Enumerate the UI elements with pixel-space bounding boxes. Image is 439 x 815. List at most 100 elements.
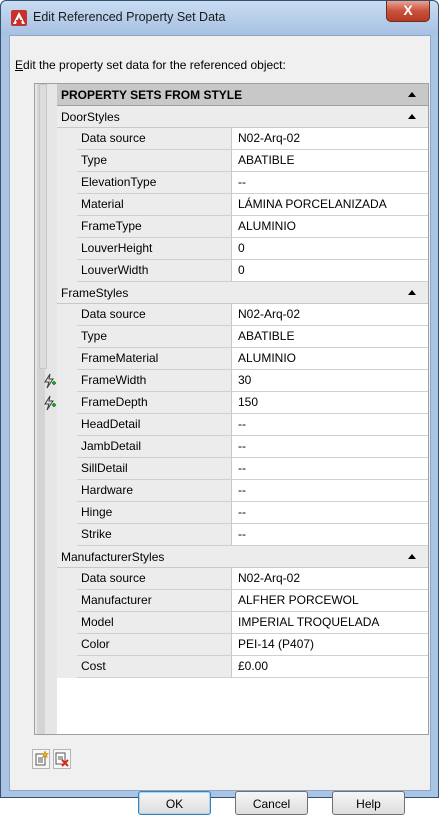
instruction-mnemonic: E (15, 58, 24, 72)
property-value[interactable]: 0 (232, 238, 428, 259)
property-name: HeadDetail (77, 414, 232, 435)
row-indent (57, 480, 77, 502)
property-row[interactable]: SillDetail -- (57, 458, 428, 480)
property-value[interactable]: ABATIBLE (232, 150, 428, 171)
property-value[interactable]: IMPERIAL TROQUELADA (232, 612, 428, 633)
property-row[interactable]: HeadDetail -- (57, 414, 428, 436)
row-indent (57, 524, 77, 546)
window-title: Edit Referenced Property Set Data (33, 10, 226, 24)
collapse-caret-icon[interactable] (408, 92, 416, 97)
row-indent (57, 260, 77, 282)
property-name: Cost (77, 656, 232, 677)
property-grid-body: PROPERTY SETS FROM STYLE DoorStyles Data … (44, 84, 428, 678)
property-name: Data source (77, 128, 232, 149)
dialog-window: Edit Referenced Property Set Data X Edit… (0, 0, 439, 815)
row-indent (57, 326, 77, 348)
section-header[interactable]: ManufacturerStyles (57, 546, 428, 568)
row-indent (57, 150, 77, 172)
property-value[interactable]: PEI-14 (P407) (232, 634, 428, 655)
instruction-text: Edit the property set data for the refer… (15, 58, 286, 72)
property-name: Hinge (77, 502, 232, 523)
property-override-icon (41, 395, 57, 411)
property-row[interactable]: Data source N02-Arq-02 (57, 304, 428, 326)
property-value[interactable]: -- (232, 172, 428, 193)
property-sets-header[interactable]: PROPERTY SETS FROM STYLE (57, 84, 428, 106)
property-name: SillDetail (77, 458, 232, 479)
property-value[interactable]: -- (232, 436, 428, 457)
property-value[interactable]: -- (232, 414, 428, 435)
row-indent (57, 194, 77, 216)
property-name: Material (77, 194, 232, 215)
property-row[interactable]: Data source N02-Arq-02 (57, 128, 428, 150)
property-row[interactable]: JambDetail -- (57, 436, 428, 458)
property-name: Type (77, 326, 232, 347)
property-grid: PROPERTY SETS FROM STYLE DoorStyles Data … (34, 83, 429, 735)
collapse-caret-icon[interactable] (408, 290, 416, 295)
property-name: Hardware (77, 480, 232, 501)
property-row[interactable]: LouverHeight 0 (57, 238, 428, 260)
property-row[interactable]: ElevationType -- (57, 172, 428, 194)
property-name: FrameType (77, 216, 232, 237)
property-row[interactable]: Type ABATIBLE (57, 150, 428, 172)
property-row[interactable]: Data source N02-Arq-02 (57, 568, 428, 590)
scrollbar-thumb[interactable] (39, 84, 47, 369)
section-header[interactable]: DoorStyles (57, 106, 428, 128)
property-name: LouverWidth (77, 260, 232, 281)
close-button[interactable]: X (386, 1, 430, 22)
property-row[interactable]: Color PEI-14 (P407) (57, 634, 428, 656)
help-button[interactable]: Help (332, 791, 405, 815)
row-indent (57, 458, 77, 480)
property-value: N02-Arq-02 (232, 304, 428, 325)
property-value[interactable]: 150 (232, 392, 428, 413)
property-value[interactable]: 0 (232, 260, 428, 281)
property-row[interactable]: FrameDepth 150 (44, 392, 428, 414)
row-indent (57, 502, 77, 524)
property-row[interactable]: Hinge -- (57, 502, 428, 524)
property-name: Data source (77, 568, 232, 589)
row-indent (57, 634, 77, 656)
property-value[interactable]: -- (232, 458, 428, 479)
title-bar[interactable]: Edit Referenced Property Set Data X (1, 1, 438, 35)
property-value[interactable]: £0.00 (232, 656, 428, 677)
property-row[interactable]: FrameMaterial ALUMINIO (57, 348, 428, 370)
row-indent (57, 414, 77, 436)
property-name: FrameMaterial (77, 348, 232, 369)
section-header[interactable]: FrameStyles (57, 282, 428, 304)
property-row[interactable]: LouverWidth 0 (57, 260, 428, 282)
property-value[interactable]: -- (232, 524, 428, 545)
collapse-caret-icon[interactable] (408, 114, 416, 119)
cancel-button[interactable]: Cancel (235, 791, 308, 815)
property-value[interactable]: ALUMINIO (232, 216, 428, 237)
autocad-icon (11, 10, 27, 26)
remove-property-set-button[interactable] (53, 749, 71, 769)
property-value[interactable]: LÁMINA PORCELANIZADA (232, 194, 428, 215)
row-indent (57, 370, 77, 392)
property-sets-header-label: PROPERTY SETS FROM STYLE (61, 88, 243, 102)
property-value: N02-Arq-02 (232, 128, 428, 149)
property-row[interactable]: Model IMPERIAL TROQUELADA (57, 612, 428, 634)
property-row[interactable]: FrameWidth 30 (44, 370, 428, 392)
property-name: Strike (77, 524, 232, 545)
property-name: Manufacturer (77, 590, 232, 611)
property-value[interactable]: -- (232, 502, 428, 523)
section-header-label: ManufacturerStyles (61, 550, 165, 564)
property-row[interactable]: Cost £0.00 (57, 656, 428, 678)
property-row[interactable]: Manufacturer ALFHER PORCEWOL (57, 590, 428, 612)
property-override-icon (41, 373, 57, 389)
property-row[interactable]: Hardware -- (57, 480, 428, 502)
property-value[interactable]: 30 (232, 370, 428, 391)
property-row[interactable]: Type ABATIBLE (57, 326, 428, 348)
add-property-set-button[interactable] (32, 749, 50, 769)
property-row[interactable]: Strike -- (57, 524, 428, 546)
property-name: JambDetail (77, 436, 232, 457)
property-row[interactable]: Material LÁMINA PORCELANIZADA (57, 194, 428, 216)
row-indent (57, 128, 77, 150)
row-indent (57, 590, 77, 612)
property-row[interactable]: FrameType ALUMINIO (57, 216, 428, 238)
property-name: Color (77, 634, 232, 655)
ok-button[interactable]: OK (138, 791, 211, 815)
property-value[interactable]: -- (232, 480, 428, 501)
property-value[interactable]: ALFHER PORCEWOL (232, 590, 428, 611)
collapse-caret-icon[interactable] (408, 554, 416, 559)
row-indent (57, 304, 77, 326)
